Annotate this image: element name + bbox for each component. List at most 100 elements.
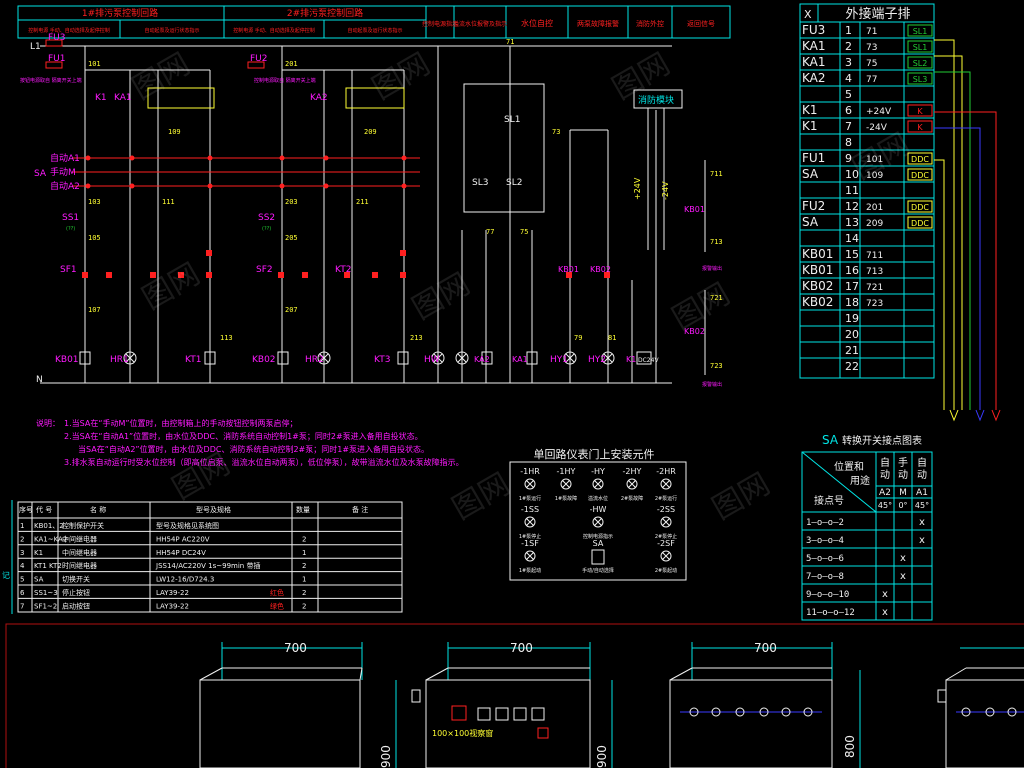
door-panel-frame	[509, 461, 687, 581]
terminal-row-number: 13	[845, 216, 859, 229]
bom-cell-name: 启动按钮	[62, 601, 90, 610]
terminal-row-device: KB01	[802, 247, 833, 261]
switch-table-title: 转换开关接点图表	[842, 434, 922, 447]
label-ka1: KA1	[114, 93, 132, 103]
watermarks: 图网 图网 图网图网图网 图网 图网图网 图网 图网	[127, 47, 916, 527]
terminal-row-number: 3	[845, 56, 852, 69]
door-item-desc: 2#泵起动	[655, 567, 677, 574]
door-item-code: -1SS	[521, 505, 539, 514]
terminal-row-number: 4	[845, 72, 852, 85]
door-item-code: SA	[593, 539, 604, 548]
wire-111: 111	[162, 198, 175, 206]
door-lamp-cross-icon	[662, 552, 670, 560]
wire-101: 101	[88, 60, 101, 68]
switch-row-contact: 1—o—o—2	[806, 518, 844, 528]
door-lamp-cross-icon	[662, 480, 670, 488]
door-item-desc: 2#泵故障	[621, 495, 643, 502]
label-sl3: SL3	[472, 178, 488, 188]
header-fire: 消防外控	[636, 19, 664, 28]
dim-width-1: 700	[284, 641, 307, 655]
door-item-code: -1SF	[521, 539, 539, 548]
terminal-row-tag: SL1	[913, 27, 928, 36]
label-ss2: SS2	[258, 213, 275, 223]
bom-cell-note: 红色	[270, 588, 284, 597]
terminal-row-number: 12	[845, 200, 859, 213]
door-lamp-cross-icon	[526, 480, 534, 488]
label-hy1: HY1	[550, 355, 568, 365]
label-sf2: SF2	[256, 265, 273, 275]
switch-row-mark: x	[919, 517, 925, 528]
switch-mode-code: M	[899, 488, 907, 498]
notes-line-2: 2.当SA在“自动A1”位置时，由水位及DDC、消防系统自动控制1#泵；同时2#…	[64, 431, 423, 441]
wire-209: 209	[364, 128, 377, 136]
note-alarm-1: 报警输出	[702, 265, 722, 272]
terminal-row-tag: SL2	[913, 59, 928, 68]
bom-cell-qty: 2	[302, 602, 306, 610]
return-kb01-r: KB01	[558, 265, 579, 274]
terminal-x: X	[804, 8, 812, 21]
label-plus24v: +24V	[633, 177, 642, 200]
bom-cell-spec: HH54P DC24V	[156, 549, 206, 557]
bom-cell-code: SF1~2	[34, 602, 57, 610]
terminal-row-wire: 201	[866, 203, 883, 213]
coil-k1-r: K1	[626, 355, 636, 364]
terminal-row-tag: SL1	[913, 43, 928, 52]
switch-mode-angle: 45°	[915, 501, 929, 510]
bom-cell-note: 绿色	[270, 601, 284, 610]
wire-71: 71	[506, 38, 514, 46]
door-item-desc: 2#泵运行	[655, 495, 677, 502]
label-manual: 手动M	[50, 166, 76, 178]
switch-row-mark: x	[900, 553, 906, 564]
note-q1: (??)	[66, 226, 75, 232]
terminal-row-device: SA	[802, 167, 819, 181]
switch-mode-name: 动	[880, 469, 890, 481]
switch-table-sa: SA	[822, 433, 839, 447]
bom-h-spec: 型号及规格	[196, 505, 231, 514]
switch-mode-code: A1	[916, 488, 928, 498]
bom-rows: 1 KB01、2控制保护开关 型号及规格见系统图2 KA1~KA2中间继电器 HH54P…	[18, 521, 402, 610]
cad-drawing-canvas: 1#排污泵控制回路 2#排污泵控制回路 控制电源指示 溢流水位报警及指示 水位自…	[2, 3, 1024, 768]
label-sa: SA	[34, 169, 47, 179]
label-ss1: SS1	[62, 213, 79, 223]
label-auto-a1: 自动A1	[50, 152, 80, 164]
switch-mode-name: 自	[880, 456, 890, 469]
door-item-code: -2HY	[623, 467, 642, 476]
terminal-row-device: KA1	[802, 39, 826, 53]
door-lamp-cross-icon	[594, 518, 602, 526]
door-item-desc: 1#泵运行	[519, 495, 541, 502]
door-lamp-cross-icon	[562, 480, 570, 488]
switch-row-mark: x	[919, 535, 925, 546]
bom-cell-spec: LW12-16/D724.3	[156, 576, 214, 584]
note-alarm-2: 报警输出	[702, 381, 722, 388]
notes-line-4: 3.排水泵自动运行时受水位控制（即高位启泵、溢流水位自动两泵），低位停泵），故带…	[64, 457, 464, 467]
terminal-row-number: 15	[845, 248, 859, 261]
door-panel-title: 单回路仪表门上安装元件	[534, 447, 655, 461]
door-lamp-cross-icon	[594, 480, 602, 488]
terminal-row-tag: K	[917, 107, 923, 116]
door-item-code: -2HR	[656, 467, 676, 476]
notes-line-1: 1.当SA在“手动M”位置时，由控制箱上的手动按钮控制两泵启停；	[64, 418, 298, 428]
switch-row-contact: 9—o—o—10	[806, 590, 849, 600]
label-dc24v: DC24V	[638, 357, 659, 364]
terminal-row-device: KB01	[802, 263, 833, 277]
terminal-row-number: 11	[845, 184, 859, 197]
bom-cell-spec: JSS14/AC220V 1s~99min 带插	[155, 561, 260, 570]
terminal-row-number: 22	[845, 360, 859, 373]
bom-cell-no: 6	[20, 589, 25, 597]
dim-height-1: 900	[379, 745, 393, 768]
terminal-row-number: 6	[845, 104, 852, 117]
bom-cell-name: 中间继电器	[62, 534, 97, 543]
wire-105: 105	[88, 234, 101, 242]
bom-cell-code: KT1 KT2	[34, 562, 62, 570]
small-notes: 按钮电源取自 隔离开关上端 控制电源取自 隔离开关上端 (??) (??) 报警…	[20, 77, 722, 388]
terminal-row-number: 17	[845, 280, 859, 293]
switch-modes: 自动 A2 45° 手动M 0° 自动 A1 45°	[878, 456, 929, 510]
door-lamp-cross-icon	[628, 480, 636, 488]
switch-mode-name: 动	[898, 469, 908, 481]
bom-cell-name: 时间继电器	[62, 561, 97, 570]
door-item-desc: 1#泵起动	[519, 567, 541, 574]
label-minus24v: -24V	[661, 181, 670, 200]
label-fu1: FU1	[48, 54, 66, 64]
terminal-row-tag: SL3	[913, 75, 928, 84]
bom-cell-qty: 2	[302, 535, 306, 543]
